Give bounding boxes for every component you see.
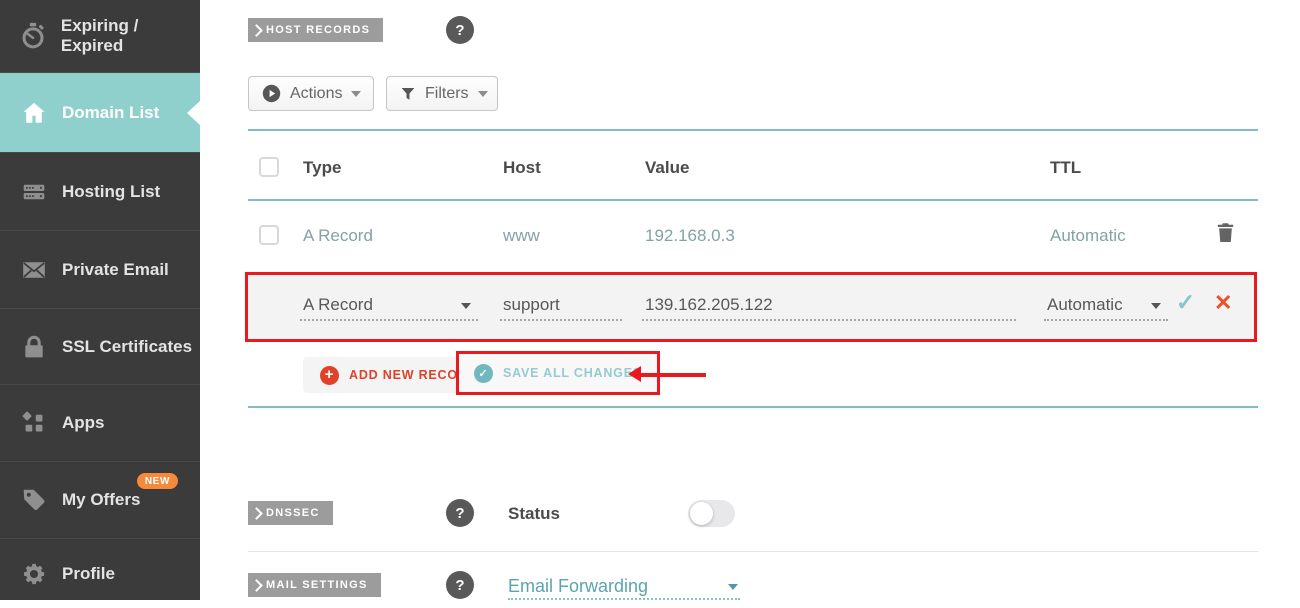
trash-icon[interactable]: [1214, 220, 1237, 250]
record-ttl-select[interactable]: Automatic: [1044, 291, 1168, 321]
sidebar-item-label: Expiring / Expired: [60, 16, 139, 55]
caret-down-icon: [1151, 303, 1161, 309]
divider: [248, 551, 1258, 552]
sidebar-item-label: Private Email: [62, 259, 169, 279]
sidebar-item-label: Hosting List: [62, 181, 161, 201]
play-circle-icon: [262, 84, 281, 103]
filters-label: Filters: [425, 84, 469, 102]
main-content: HOST RECORDS ? Actions Filters Type Host…: [200, 0, 1300, 600]
sidebar-item-label: My Offers: [62, 490, 141, 509]
sidebar-item-label: Profile: [62, 563, 115, 583]
annotation-arrow-icon: [628, 366, 706, 383]
divider: [248, 129, 1258, 131]
sidebar: Expiring / Expired Domain List Hosting L…: [0, 0, 200, 600]
new-badge: NEW: [136, 473, 178, 489]
sidebar-item-label: Apps: [62, 413, 105, 432]
record-type-cell: A Record: [303, 226, 373, 245]
dnssec-status-toggle[interactable]: [688, 500, 735, 527]
sidebar-item-label: SSL Certificates: [62, 336, 193, 356]
check-circle-icon: ✓: [474, 363, 493, 383]
edit-record-row: A Record Automatic ✓ ✕: [245, 272, 1257, 342]
sidebar-item-private-email[interactable]: Private Email: [0, 230, 200, 308]
confirm-check-icon[interactable]: ✓: [1176, 289, 1195, 316]
funnel-icon: [400, 86, 416, 102]
server-icon: [19, 179, 49, 205]
sidebar-item-profile[interactable]: Profile: [0, 538, 200, 608]
sidebar-item-expiring-expired[interactable]: Expiring / Expired: [0, 0, 200, 72]
apps-icon: [19, 410, 49, 436]
host-records-help-icon[interactable]: ?: [446, 16, 474, 44]
record-type-select[interactable]: A Record: [300, 291, 478, 321]
sidebar-item-label: Domain List: [62, 102, 160, 122]
sidebar-item-domain-list[interactable]: Domain List: [0, 72, 200, 152]
record-host-input[interactable]: [500, 291, 622, 321]
dnssec-status-label: Status: [508, 504, 560, 523]
value-field[interactable]: [645, 295, 1016, 315]
divider: [248, 406, 1258, 408]
caret-down-icon: [461, 303, 471, 309]
sidebar-item-ssl-certificates[interactable]: SSL Certificates: [0, 308, 200, 384]
record-ttl-cell: Automatic: [1050, 226, 1126, 245]
record-value-cell: 192.168.0.3: [645, 226, 735, 245]
column-header-type: Type: [303, 158, 342, 177]
gear-icon: [19, 561, 49, 587]
save-all-changes-label: SAVE ALL CHANGES: [503, 366, 642, 380]
sidebar-item-my-offers[interactable]: My Offers NEW: [0, 461, 200, 538]
column-header-host: Host: [503, 158, 541, 177]
mail-settings-selected-option: Email Forwarding: [508, 575, 649, 596]
caret-down-icon: [728, 584, 738, 590]
envelope-icon: [19, 257, 49, 283]
dnssec-section-label: DNSSEC: [248, 501, 333, 525]
column-header-ttl: TTL: [1050, 158, 1082, 177]
sidebar-item-hosting-list[interactable]: Hosting List: [0, 152, 200, 230]
toggle-knob: [690, 502, 713, 525]
mail-settings-help-icon[interactable]: ?: [446, 571, 474, 599]
host-field[interactable]: [503, 295, 622, 315]
select-all-checkbox[interactable]: [259, 157, 279, 177]
sidebar-item-apps[interactable]: Apps: [0, 384, 200, 461]
mail-settings-select[interactable]: Email Forwarding: [508, 574, 740, 600]
record-value-input[interactable]: [642, 291, 1016, 321]
mail-settings-section-label: MAIL SETTINGS: [248, 573, 381, 597]
dnssec-help-icon[interactable]: ?: [446, 499, 474, 527]
caret-down-icon: [477, 90, 488, 97]
divider: [248, 199, 1258, 201]
actions-label: Actions: [290, 84, 343, 102]
record-host-cell: www: [503, 226, 540, 245]
tag-icon: [19, 487, 49, 513]
timer-icon: [19, 22, 48, 50]
plus-icon: +: [320, 365, 339, 385]
filters-dropdown-button[interactable]: Filters: [386, 76, 498, 111]
lock-icon: [19, 334, 49, 360]
caret-down-icon: [351, 90, 362, 97]
row-checkbox[interactable]: [259, 225, 279, 245]
cancel-cross-icon[interactable]: ✕: [1214, 290, 1232, 316]
home-icon: [19, 100, 49, 126]
column-header-value: Value: [645, 158, 690, 177]
host-records-section-label: HOST RECORDS: [248, 18, 384, 42]
actions-dropdown-button[interactable]: Actions: [248, 76, 374, 111]
